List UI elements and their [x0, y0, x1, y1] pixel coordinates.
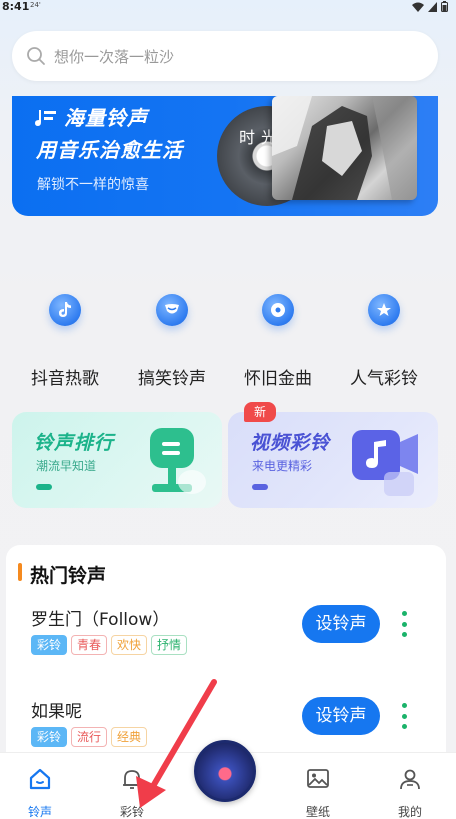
song-tag: 流行	[71, 727, 108, 747]
song-row[interactable]: 罗生门（Follow） 彩铃 青春 欢快 抒情 设铃声	[6, 605, 446, 685]
wifi-icon	[412, 2, 424, 12]
category-item[interactable]: 人气彩铃	[334, 290, 434, 389]
portrait-art-icon	[272, 96, 417, 200]
category-item[interactable]: 怀旧金曲	[228, 290, 328, 389]
tab-mine[interactable]: 我的	[370, 753, 450, 819]
tab-ringtones[interactable]: 铃声	[0, 753, 80, 819]
category-label: 怀旧金曲	[244, 369, 312, 389]
banner-photo	[272, 96, 417, 200]
tiktok-icon	[49, 294, 81, 326]
search-input[interactable]: 想你一次落一粒沙	[12, 31, 438, 81]
category-label: 抖音热歌	[31, 369, 99, 389]
tab-wallpaper[interactable]: 壁纸	[278, 753, 358, 819]
card-subtitle: 来电更精彩	[252, 459, 313, 473]
tab-label: 铃声	[27, 805, 52, 819]
song-tag: 彩铃	[31, 635, 68, 655]
trophy-chat-icon	[150, 428, 206, 494]
status-icons	[412, 1, 448, 12]
music-note-logo-icon	[35, 110, 56, 126]
tab-label: 彩铃	[119, 805, 144, 819]
song-tag: 欢快	[111, 635, 148, 655]
song-tags: 彩铃 流行 经典	[31, 727, 148, 747]
record-icon	[262, 294, 294, 326]
category-item[interactable]: 搞笑铃声	[122, 290, 222, 389]
card-subtitle: 潮流早知道	[36, 459, 97, 473]
set-ringtone-button[interactable]: 设铃声	[302, 605, 380, 643]
bell-icon	[123, 770, 141, 789]
user-icon	[400, 769, 420, 790]
song-tag: 经典	[111, 727, 148, 747]
banner-subtitle: 用音乐治愈生活	[36, 138, 183, 162]
card-indicator	[252, 484, 268, 490]
song-tag: 彩铃	[31, 727, 68, 747]
video-ringtone-card[interactable]: 视频彩铃 来电更精彩	[228, 412, 438, 508]
category-label: 人气彩铃	[350, 369, 418, 389]
status-extra: 24'	[30, 1, 41, 9]
category-row: 抖音热歌 搞笑铃声 怀旧金曲 人气彩铃	[0, 290, 456, 400]
song-tag: 青春	[71, 635, 108, 655]
tab-color-ringtones[interactable]: 彩铃	[92, 753, 172, 819]
now-playing-disc[interactable]	[194, 740, 256, 802]
category-item[interactable]: 抖音热歌	[15, 290, 115, 389]
status-time: 8:41	[2, 0, 30, 13]
set-ringtone-button[interactable]: 设铃声	[302, 697, 380, 735]
star-medal-icon	[368, 294, 400, 326]
battery-icon	[441, 1, 448, 12]
signal-icon	[428, 1, 437, 12]
laugh-icon	[156, 294, 188, 326]
tab-label: 壁纸	[305, 805, 330, 819]
song-name: 罗生门（Follow）	[31, 610, 170, 630]
card-title: 铃声排行	[34, 432, 115, 454]
section-accent-bar	[18, 563, 22, 581]
card-indicator	[36, 484, 52, 490]
new-badge: 新	[244, 402, 276, 422]
song-tags: 彩铃 青春 欢快 抒情	[31, 635, 188, 655]
banner-caption: 解锁不一样的惊喜	[37, 177, 149, 193]
promo-banner[interactable]: 海量铃声 用音乐治愈生活 解锁不一样的惊喜 时光	[12, 96, 438, 216]
song-name: 如果呢	[31, 702, 82, 722]
section-title: 热门铃声	[30, 565, 107, 587]
more-options-icon[interactable]	[402, 703, 408, 729]
ringtone-ranking-card[interactable]: 铃声排行 潮流早知道	[12, 412, 222, 508]
search-placeholder: 想你一次落一粒沙	[54, 47, 175, 66]
search-icon	[27, 47, 45, 65]
image-icon	[307, 769, 329, 788]
song-tag: 抒情	[151, 635, 188, 655]
status-bar: 8:41 24'	[0, 0, 456, 14]
more-options-icon[interactable]	[402, 611, 408, 637]
tab-label: 我的	[397, 805, 422, 819]
category-label: 搞笑铃声	[138, 369, 206, 389]
music-video-icon	[352, 430, 418, 496]
home-icon	[29, 768, 51, 790]
banner-title: 海量铃声	[64, 106, 148, 130]
card-title: 视频彩铃	[250, 432, 331, 454]
